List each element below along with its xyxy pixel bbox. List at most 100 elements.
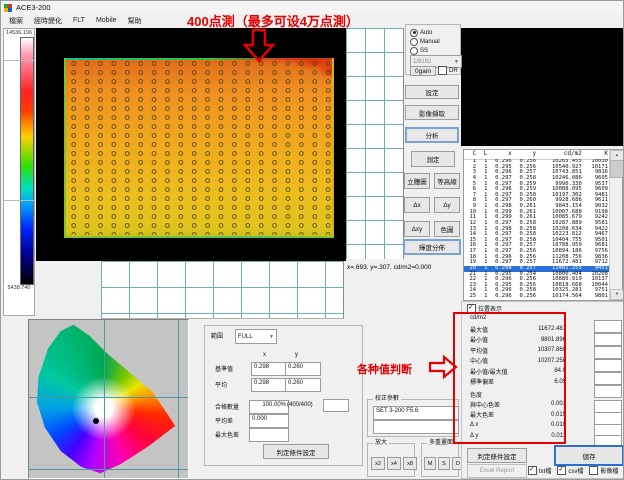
calibration-title: 校正參數	[373, 396, 401, 403]
table-col-header[interactable]: K	[584, 150, 610, 159]
zoom-group-title: 放大	[373, 440, 389, 447]
lum-stat-row-value: 6.05	[554, 379, 566, 385]
cie-measure-point	[93, 418, 99, 424]
capture-button[interactable]: 影像擷取	[405, 105, 459, 120]
view-button[interactable]: 等高線	[434, 173, 460, 189]
position-checkbox-box[interactable]	[467, 304, 476, 313]
mode-radio-ss[interactable]: SS	[410, 46, 440, 55]
chroma-stat-row: Δ y 0.011	[470, 431, 566, 442]
view-button[interactable]: Δy	[434, 197, 460, 213]
judge-indicator-box	[594, 372, 622, 385]
view-button[interactable]: 色圖	[434, 221, 460, 237]
radio-icon[interactable]	[410, 47, 418, 55]
menu-item[interactable]: 檔案	[9, 16, 23, 26]
zoom-x2-button[interactable]: x2	[371, 457, 385, 470]
window-title: ACE3-200	[16, 3, 51, 12]
mode-radio-auto[interactable]: Auto	[410, 28, 440, 37]
lum-stat-row: 平均值10307.860	[470, 345, 566, 356]
cie-crosshair-vertical	[104, 320, 105, 478]
ref-x-field[interactable]: 0.298	[251, 362, 287, 376]
avgdiff-label: 平均差	[215, 416, 233, 425]
cie-diagram-panel[interactable]	[28, 319, 189, 479]
zoom-x4-button[interactable]: x4	[387, 457, 401, 470]
annotation-down-arrow-icon	[243, 28, 275, 63]
table-cell: 0.296	[489, 294, 513, 300]
luminance-heatmap[interactable]	[64, 58, 334, 238]
annotation-right-arrow-icon	[428, 354, 458, 380]
chroma-stat-row-value: 0.010	[551, 422, 566, 428]
view-button[interactable]: Δxy	[404, 221, 430, 237]
cie-horseshoe	[29, 320, 188, 478]
menu-item[interactable]: 經時變化	[34, 16, 62, 26]
scrollbar-thumb[interactable]	[610, 160, 624, 178]
file-checkbox-txt檔[interactable]: txt檔	[528, 466, 551, 475]
cursor-readout: x=.693. y=.307. cd/m2=0.000	[347, 261, 461, 275]
menu-item[interactable]: 幫助	[128, 16, 142, 26]
judge-settings-button[interactable]: 判定條件設定	[263, 444, 329, 459]
pass-field[interactable]: 100.00%	[249, 400, 289, 414]
menu-item[interactable]: FLT	[73, 17, 85, 24]
radio-icon[interactable]	[410, 29, 418, 37]
radio-icon[interactable]	[410, 38, 418, 46]
excel-report-button[interactable]: Excel Report	[467, 464, 527, 478]
table-col-header[interactable]: L	[478, 150, 489, 159]
table-body: 110.2960.25610265.45510030210.2950.25610…	[464, 159, 610, 300]
lum-stat-row-label: 中心值	[470, 356, 488, 365]
mode-radio-manual[interactable]: Manual	[410, 37, 440, 46]
gain-button[interactable]: 0gain	[410, 66, 436, 76]
checkbox-icon[interactable]	[589, 466, 598, 475]
lum-stat-row-label: 最小值	[470, 335, 488, 344]
checkbox-icon[interactable]	[528, 466, 537, 475]
colorbar-panel: 14536.196 5438.740	[3, 28, 35, 316]
analyze-button[interactable]: 分析	[405, 127, 459, 143]
measure-button[interactable]: 測定	[411, 151, 455, 167]
table-col-header[interactable]: y	[514, 150, 538, 159]
colorbar-min-label: 5438.740	[4, 285, 34, 291]
settings-button[interactable]: 設定	[405, 85, 459, 99]
position-display-checkbox[interactable]: 位置表示	[467, 304, 502, 313]
file-checkbox-影像檔[interactable]: 影像檔	[589, 466, 618, 475]
file-checkbox-csv檔[interactable]: csv檔	[557, 466, 583, 475]
table-row[interactable]: 2510.2960.25610174.5649801	[464, 294, 610, 300]
view-button[interactable]: 立體圖	[404, 173, 430, 189]
chroma-stat-row-label: 最大色差	[470, 410, 494, 419]
checkbox-icon[interactable]	[557, 466, 566, 475]
judge-indicator-box	[594, 333, 622, 346]
pass-count: (400/400)	[287, 402, 313, 408]
range-select[interactable]: FULL ▼	[235, 329, 277, 344]
avg-y-field[interactable]: 0.260	[285, 378, 321, 392]
zoom-x8-button[interactable]: x8	[403, 457, 417, 470]
lum-stat-row-value: 10307.860	[538, 347, 566, 353]
dr-checkbox[interactable]: DR	[438, 66, 458, 75]
avg-x-field[interactable]: 0.298	[251, 378, 287, 392]
maxdiff-field[interactable]	[249, 428, 289, 442]
multi-m-button[interactable]: M	[424, 457, 436, 470]
save-button[interactable]: 儲存	[554, 445, 624, 466]
chroma-stat-row-label: Δ y	[470, 433, 478, 439]
view-button[interactable]: Δx	[404, 197, 430, 213]
heatmap-window[interactable]	[36, 28, 346, 261]
judge-indicator-box	[594, 385, 622, 398]
lum-stat-row: 標準偏差6.05	[470, 377, 566, 388]
calibration-group: 校正參數 SET 3-200 F5.6	[367, 399, 459, 437]
ref-y-field[interactable]: 0.260	[285, 362, 321, 376]
calibration-param-field[interactable]: SET 3-200 F5.6	[373, 406, 459, 420]
judge-settings-button-2[interactable]: 判定條件設定	[467, 448, 527, 463]
scroll-down-icon[interactable]: ▼	[610, 289, 624, 300]
app-icon	[4, 4, 12, 12]
luminance-dist-button[interactable]: 輝度分佈	[403, 239, 461, 255]
lum-stat-row-label: 最小值/最大值	[470, 367, 508, 376]
table-col-header[interactable]: cd/m2	[538, 150, 584, 159]
table-col-header[interactable]: x	[489, 150, 513, 159]
dr-checkbox-box[interactable]	[438, 66, 447, 75]
chroma-stat-row-value: 0.011	[551, 433, 566, 439]
view-buttons: 立體圖等高線ΔxΔyΔxy色圖	[404, 173, 460, 237]
measurement-points-grid	[67, 59, 331, 235]
table-scrollbar[interactable]: ▲ ▼	[609, 150, 622, 300]
avgdiff-field[interactable]: 0.000	[249, 414, 289, 428]
multi-s-button[interactable]: S	[438, 457, 450, 470]
table-col-header[interactable]: C	[464, 150, 478, 159]
menu-item[interactable]: Mobile	[96, 17, 117, 24]
calibration-param-field-2[interactable]	[373, 420, 459, 434]
multi-screen-group: 多重畫面 MSD	[421, 443, 459, 477]
